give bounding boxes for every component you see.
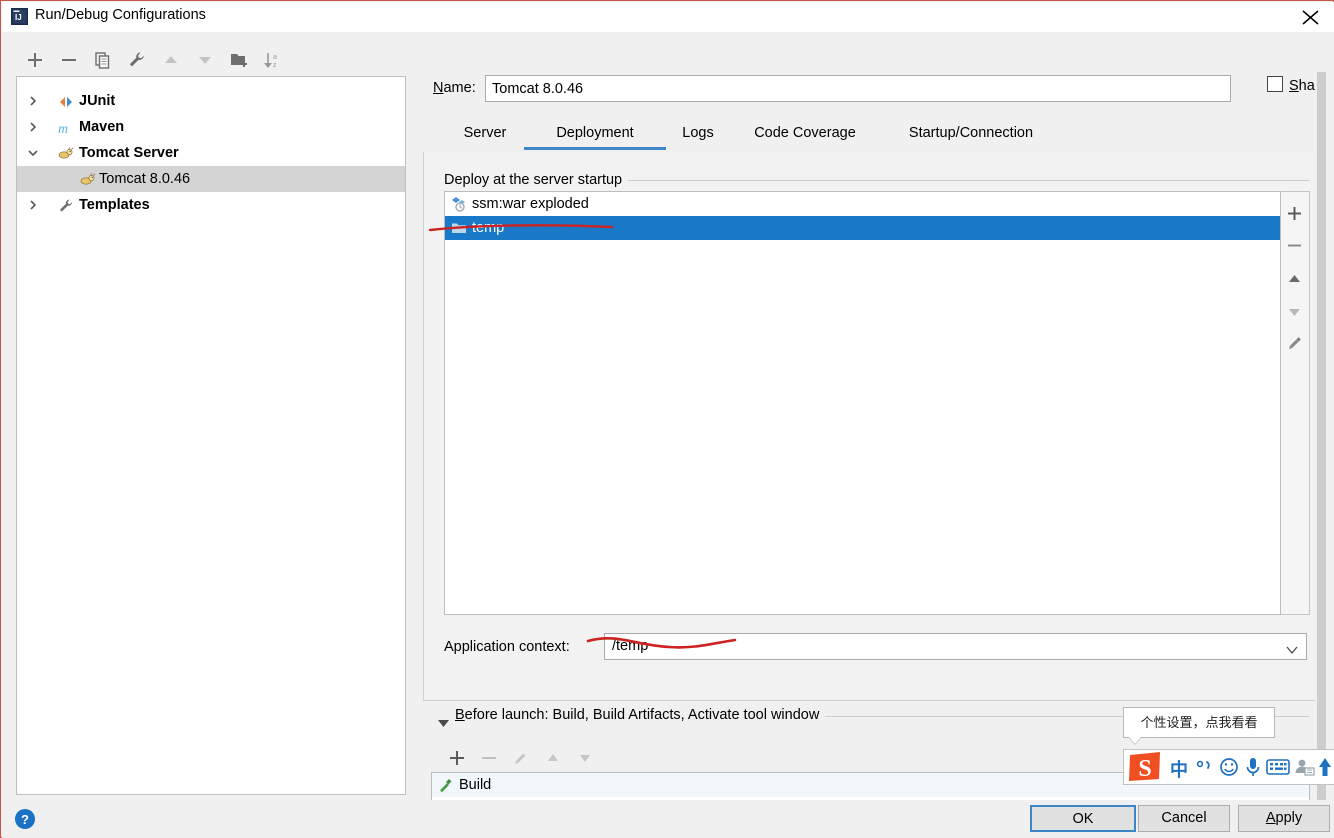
run-debug-configurations-dialog: IJ Run/Debug Configurations a z JUnit m … [0, 0, 1334, 838]
sort-alpha-icon[interactable]: a z [258, 45, 288, 75]
cancel-button[interactable]: Cancel [1138, 805, 1230, 832]
before-launch-title: Before launch: Build, Build Artifacts, A… [455, 707, 826, 723]
ime-toolbar: S 中 [1123, 749, 1334, 785]
name-input[interactable] [485, 75, 1231, 102]
list-item[interactable]: temp [445, 216, 1280, 240]
share-checkbox-box[interactable] [1267, 76, 1283, 92]
voice-input-icon[interactable] [1242, 750, 1264, 784]
list-item-label: ssm:war exploded [472, 196, 589, 212]
deployment-tab-panel: Deploy at the server startup ssm:war exp… [423, 152, 1316, 701]
tree-item-tomcat-server[interactable]: Tomcat Server [17, 140, 405, 166]
list-item[interactable]: ssm:war exploded [445, 192, 1280, 216]
tree-item-label: Maven [79, 119, 125, 135]
tomcat-icon [80, 171, 96, 187]
before-launch-title-rest: efore launch: Build, Build Artifacts, Ac… [464, 707, 820, 723]
svg-text:?: ? [21, 812, 29, 827]
maven-icon: m [58, 119, 74, 137]
wrench-icon[interactable] [122, 45, 152, 75]
name-field-label: Name: [433, 80, 476, 96]
help-icon[interactable]: ? [14, 808, 36, 830]
toolbox-expand-icon[interactable] [1316, 750, 1334, 784]
svg-text:z: z [273, 62, 277, 69]
move-deployment-up-button[interactable] [1281, 263, 1308, 295]
vertical-scrollbar-thumb[interactable] [1317, 72, 1326, 802]
arrow-down-icon[interactable] [190, 45, 220, 75]
configurations-tree[interactable]: JUnit m Maven Tomcat Server Tomcat 8.0.4… [16, 76, 406, 795]
add-configuration-button[interactable] [20, 45, 50, 75]
deployment-list[interactable]: ssm:war exploded temp [444, 191, 1281, 615]
svg-text:IJ: IJ [15, 13, 22, 22]
vertical-scrollbar[interactable] [1315, 72, 1328, 812]
tree-item-templates[interactable]: Templates [17, 192, 405, 218]
tree-item-label: Tomcat Server [79, 145, 179, 161]
application-context-value: /temp [612, 638, 649, 654]
sogou-logo-icon[interactable]: S [1126, 750, 1166, 786]
folder-icon [451, 220, 467, 236]
application-context-label: Application context: [444, 639, 570, 655]
window-title: Run/Debug Configurations [35, 7, 206, 23]
ime-language-mode[interactable]: 中 [1170, 756, 1188, 782]
arrow-up-icon[interactable] [156, 45, 186, 75]
edit-task-button[interactable] [505, 744, 537, 770]
move-task-up-button[interactable] [537, 744, 569, 770]
wrench-icon [58, 197, 74, 213]
tree-item-label: Tomcat 8.0.46 [99, 171, 191, 187]
intellij-idea-icon: IJ [11, 8, 28, 25]
apply-button[interactable]: Apply [1238, 805, 1330, 832]
junit-icon [58, 93, 74, 109]
emoji-icon[interactable] [1217, 750, 1241, 784]
remove-task-button[interactable] [473, 744, 505, 770]
configuration-editor-pane: Name: Share Server Deployment Logs Code … [415, 32, 1334, 824]
tree-item-label: Templates [79, 197, 150, 213]
tree-item-label: JUnit [79, 93, 116, 109]
triangle-down-icon[interactable] [438, 716, 449, 731]
svg-text:S: S [1138, 756, 1151, 782]
punctuation-toggle-icon[interactable] [1194, 750, 1216, 784]
chevron-right-icon[interactable] [25, 114, 41, 140]
tab-startup-connection[interactable]: Startup/Connection [880, 118, 1062, 150]
edit-deployment-button[interactable] [1281, 327, 1308, 359]
svg-text:a: a [273, 54, 277, 61]
move-task-down-button[interactable] [569, 744, 601, 770]
move-deployment-down-button[interactable] [1281, 295, 1308, 327]
remove-configuration-button[interactable] [54, 45, 84, 75]
tree-item-tomcat-8-0-46[interactable]: Tomcat 8.0.46 [17, 166, 405, 192]
chevron-down-icon[interactable] [1286, 643, 1298, 658]
list-item-label: temp [472, 220, 505, 236]
ime-tooltip-tail [1129, 737, 1141, 744]
list-item-label: Build [459, 777, 492, 793]
add-deployment-button[interactable] [1281, 197, 1308, 229]
ok-button[interactable]: OK [1030, 805, 1136, 832]
tree-item-maven[interactable]: m Maven [17, 114, 405, 140]
deploy-group-label: Deploy at the server startup [444, 172, 629, 188]
folder-add-icon[interactable] [224, 45, 254, 75]
copy-configuration-button[interactable] [88, 45, 118, 75]
build-hammer-icon [437, 777, 453, 793]
soft-keyboard-icon[interactable] [1265, 750, 1291, 784]
title-bar: IJ Run/Debug Configurations [2, 2, 1334, 32]
tab-logs[interactable]: Logs [666, 118, 730, 150]
chevron-right-icon[interactable] [25, 192, 41, 218]
remove-deployment-button[interactable] [1281, 229, 1308, 261]
tab-deployment[interactable]: Deployment [524, 118, 666, 150]
close-icon[interactable] [1288, 2, 1334, 32]
ime-tooltip: 个性设置，点我看看 [1123, 707, 1275, 738]
svg-text:m: m [58, 122, 68, 136]
dialog-button-bar: ? OK Cancel Apply [2, 800, 1334, 838]
tomcat-icon [58, 145, 74, 161]
chevron-down-icon[interactable] [25, 140, 41, 166]
add-task-button[interactable] [441, 744, 473, 770]
artifact-icon [451, 196, 467, 212]
user-account-icon[interactable] [1292, 750, 1316, 784]
tab-code-coverage[interactable]: Code Coverage [730, 118, 880, 150]
tab-server[interactable]: Server [446, 118, 524, 150]
dialog-body: a z JUnit m Maven Tomcat Server Tomcat 8… [2, 32, 1334, 824]
tree-item-junit[interactable]: JUnit [17, 88, 405, 114]
deployment-list-toolbar [1281, 191, 1310, 615]
application-context-combobox[interactable]: /temp [604, 633, 1307, 660]
before-launch-toolbar [441, 744, 661, 770]
editor-tabs: Server Deployment Logs Code Coverage Sta… [423, 118, 1303, 152]
configurations-toolbar: a z [14, 45, 404, 77]
chevron-right-icon[interactable] [25, 88, 41, 114]
